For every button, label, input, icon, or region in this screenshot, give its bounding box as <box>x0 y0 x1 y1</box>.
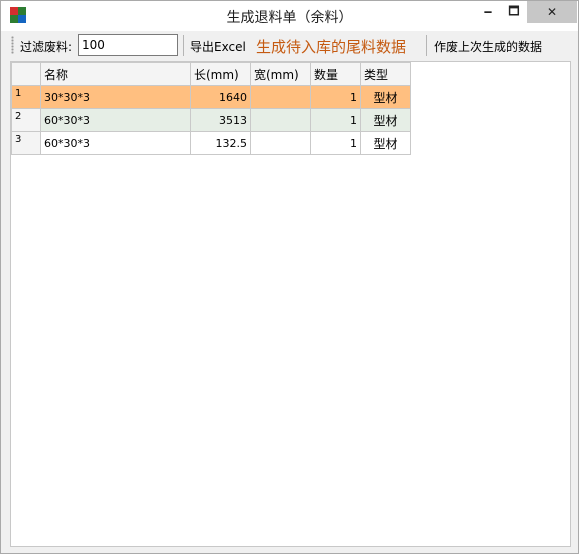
row-header[interactable]: 3 <box>11 131 41 155</box>
cell-quantity[interactable]: 1 <box>310 108 361 132</box>
filter-label: 过滤废料: <box>20 40 73 54</box>
row-header[interactable]: 2 <box>11 108 41 132</box>
grid-table: 名称 长(mm) 宽(mm) 数量 类型 1 30*30*3 1640 1 型材 <box>11 62 411 155</box>
title-bar[interactable]: 生成退料单（余料） 🗕 🗖 ✕ <box>1 1 578 31</box>
maximize-icon: 🗖 <box>508 3 520 18</box>
cell-width[interactable] <box>250 131 311 155</box>
close-icon: ✕ <box>546 5 558 19</box>
row-header[interactable]: 1 <box>11 85 41 109</box>
minimize-button[interactable]: 🗕 <box>475 1 501 23</box>
cell-name[interactable]: 60*30*3 <box>40 131 191 155</box>
cell-type[interactable]: 型材 <box>360 131 411 155</box>
void-last-data-button[interactable]: 作废上次生成的数据 <box>434 38 542 55</box>
export-excel-button[interactable]: 导出Excel <box>190 38 246 55</box>
toolbar-grip[interactable] <box>11 36 14 54</box>
cell-name[interactable]: 30*30*3 <box>40 85 191 109</box>
filter-input[interactable] <box>78 34 178 56</box>
maximize-button[interactable]: 🗖 <box>501 1 527 23</box>
generate-tail-data-button[interactable]: 生成待入库的尾料数据 <box>256 36 406 57</box>
cell-name[interactable]: 60*30*3 <box>40 108 191 132</box>
column-header-width[interactable]: 宽(mm) <box>250 62 311 86</box>
data-grid[interactable]: 名称 长(mm) 宽(mm) 数量 类型 1 30*30*3 1640 1 型材 <box>10 61 571 547</box>
cell-length[interactable]: 1640 <box>190 85 251 109</box>
cell-type[interactable]: 型材 <box>360 85 411 109</box>
column-header-name[interactable]: 名称 <box>40 62 191 86</box>
minimize-icon: 🗕 <box>483 3 493 18</box>
grid-corner-cell[interactable] <box>11 62 41 86</box>
cell-quantity[interactable]: 1 <box>310 131 361 155</box>
cell-width[interactable] <box>250 85 311 109</box>
toolbar-separator-2 <box>426 35 427 56</box>
table-row[interactable]: 2 60*30*3 3513 1 型材 <box>11 108 411 132</box>
toolbar-separator <box>183 35 184 56</box>
cell-quantity[interactable]: 1 <box>310 85 361 109</box>
column-header-type[interactable]: 类型 <box>360 62 411 86</box>
cell-type[interactable]: 型材 <box>360 108 411 132</box>
cell-width[interactable] <box>250 108 311 132</box>
close-button[interactable]: ✕ <box>527 1 577 23</box>
toolbar: 过滤废料: 导出Excel 生成待入库的尾料数据 作废上次生成的数据 <box>7 32 575 59</box>
cell-length[interactable]: 132.5 <box>190 131 251 155</box>
column-header-length[interactable]: 长(mm) <box>190 62 251 86</box>
column-header-quantity[interactable]: 数量 <box>310 62 361 86</box>
grid-header-row: 名称 长(mm) 宽(mm) 数量 类型 <box>11 62 411 86</box>
table-row[interactable]: 3 60*30*3 132.5 1 型材 <box>11 131 411 155</box>
cell-length[interactable]: 3513 <box>190 108 251 132</box>
main-window: 生成退料单（余料） 🗕 🗖 ✕ 过滤废料: 导出Excel 生成待入库的尾料数据… <box>0 0 579 554</box>
table-row[interactable]: 1 30*30*3 1640 1 型材 <box>11 85 411 109</box>
